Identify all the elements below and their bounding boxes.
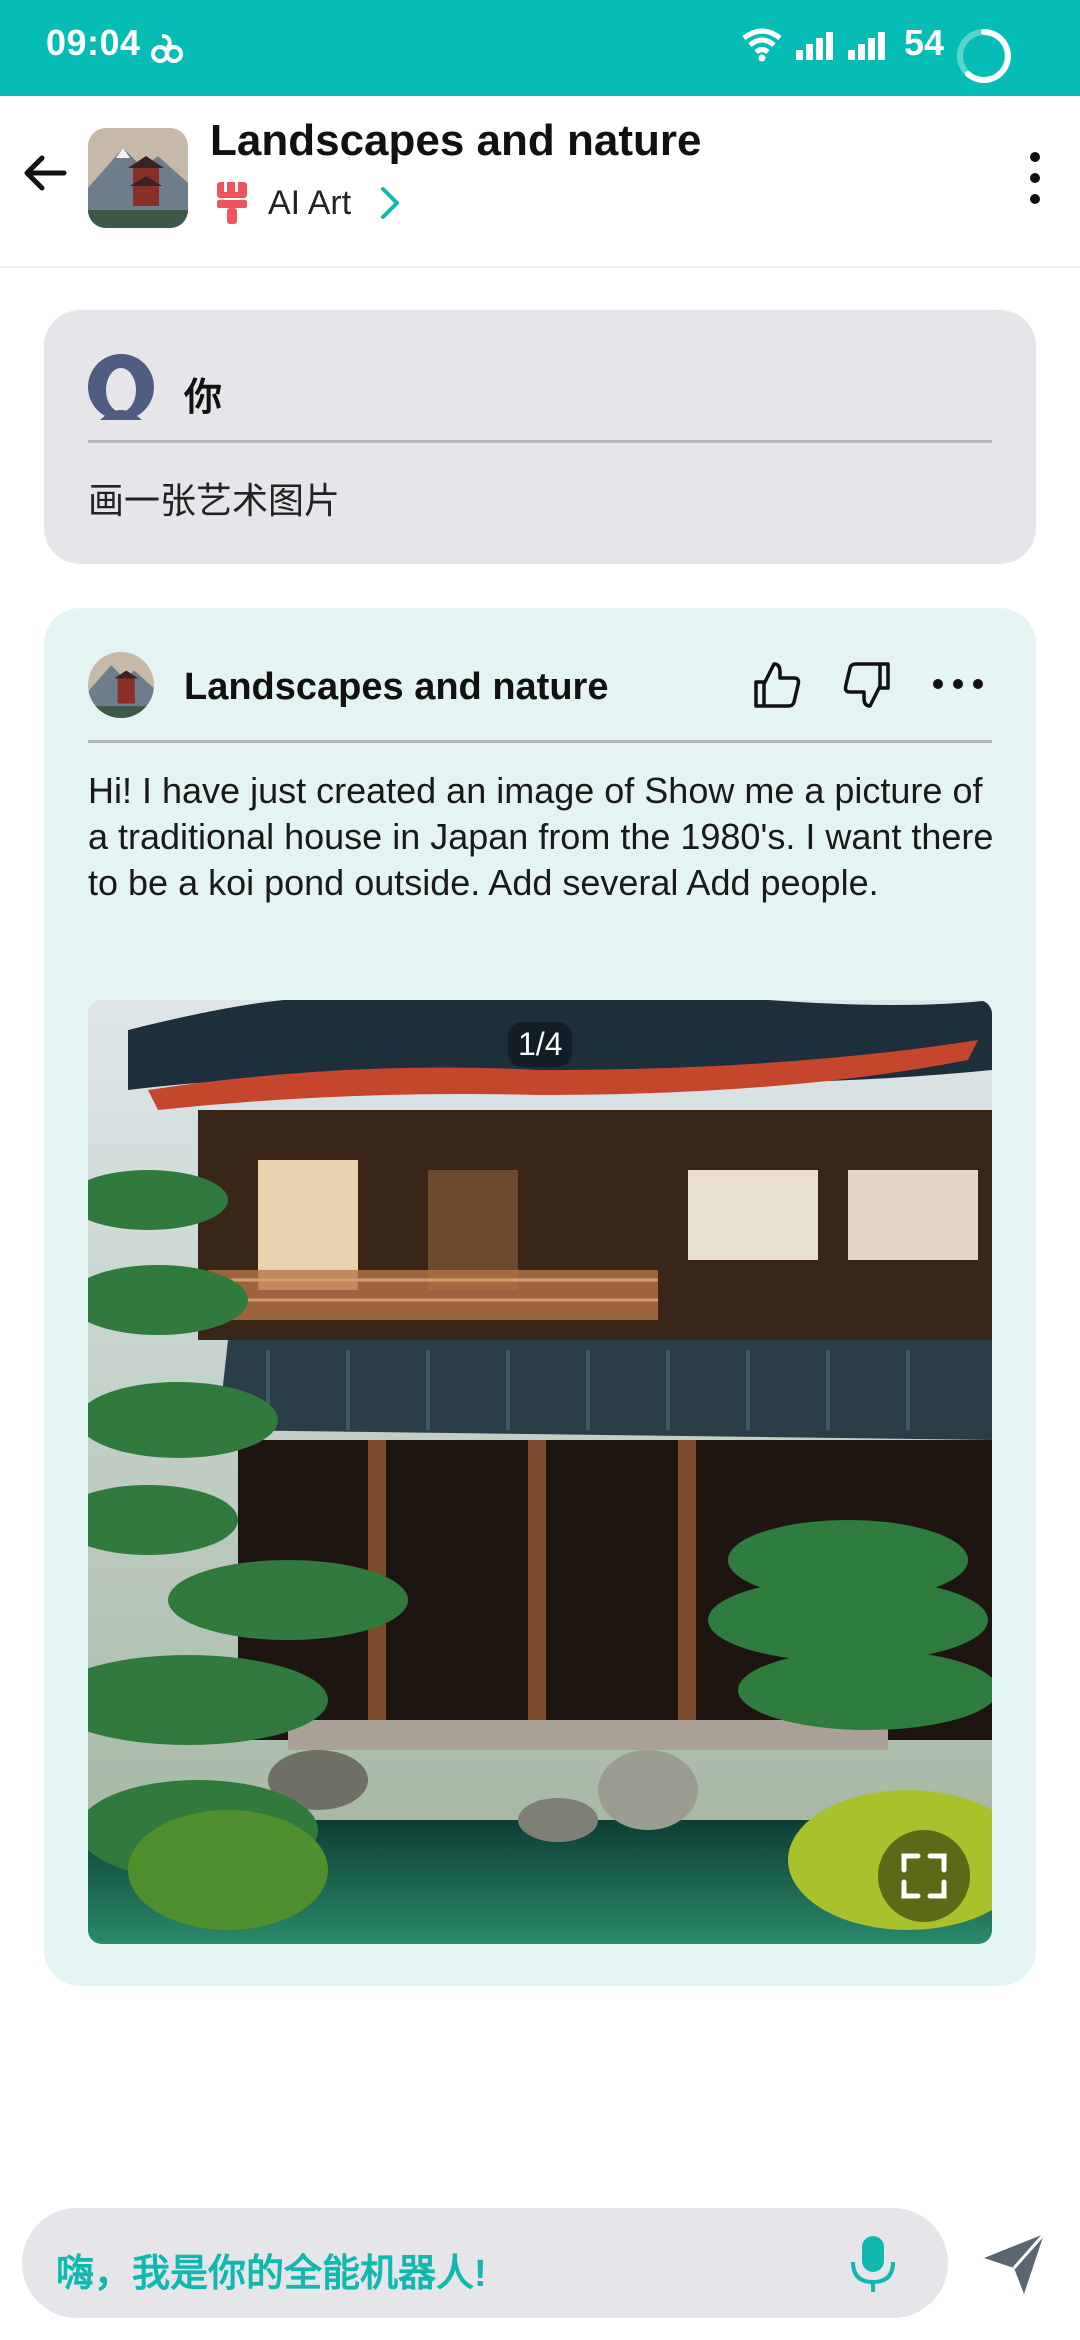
message-input[interactable]: 嗨，我是你的全能机器人! <box>22 2208 948 2318</box>
more-vertical-icon[interactable] <box>1020 148 1050 208</box>
divider <box>88 740 992 743</box>
bot-message-avatar <box>88 652 154 718</box>
link-icon <box>151 34 183 63</box>
signal-icon <box>796 32 833 60</box>
wifi-icon <box>742 28 782 62</box>
expand-button[interactable] <box>878 1830 970 1922</box>
more-horizontal-icon[interactable] <box>930 670 986 698</box>
battery-level: 54 <box>904 22 945 63</box>
signal-icon-2 <box>848 32 885 60</box>
user-name: 你 <box>184 377 223 419</box>
brush-icon <box>217 182 247 224</box>
thumbs-down-icon[interactable] <box>840 658 894 712</box>
category-link[interactable]: AI Art <box>214 178 405 228</box>
send-icon[interactable] <box>980 2228 1050 2298</box>
bot-message-text: Hi! I have just created an image of Show… <box>88 770 994 903</box>
bot-avatar[interactable] <box>88 128 188 228</box>
image-counter: 1/4 <box>508 1022 573 1067</box>
status-time: 09:04 <box>46 22 141 63</box>
divider <box>88 440 992 443</box>
user-message-card: 你 画一张艺术图片 <box>44 310 1036 564</box>
bot-title: Landscapes and nature <box>210 116 702 165</box>
status-bar: 09:04 54 <box>0 0 1080 96</box>
microphone-icon[interactable] <box>844 2234 902 2294</box>
bot-message-name: Landscapes and nature <box>184 666 609 708</box>
user-message-text: 画一张艺术图片 <box>88 480 341 521</box>
category-label: AI Art <box>268 183 352 222</box>
app-header: Landscapes and nature AI Art <box>0 96 1080 268</box>
input-placeholder: 嗨，我是你的全能机器人! <box>56 2253 487 2295</box>
thumbs-up-icon[interactable] <box>750 658 804 712</box>
expand-icon <box>901 1853 947 1899</box>
back-arrow-icon[interactable] <box>18 146 72 200</box>
bot-message-card: Landscapes and nature Hi! I have just cr… <box>44 608 1036 1986</box>
chevron-right-icon <box>381 187 400 219</box>
user-avatar-icon <box>88 354 154 420</box>
generated-image[interactable]: 1/4 <box>88 1000 992 1944</box>
battery-ring-icon <box>957 29 1011 83</box>
japanese-house-image <box>88 1000 992 1944</box>
